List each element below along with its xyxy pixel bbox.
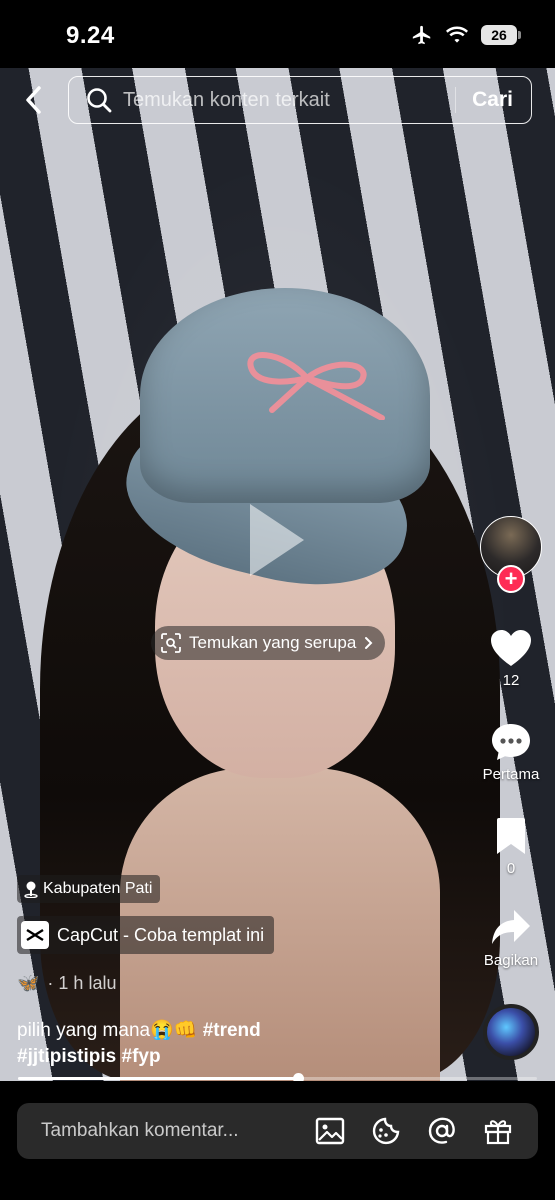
comment-label: Pertama (482, 766, 540, 783)
mention-icon[interactable] (426, 1115, 458, 1147)
search-button[interactable]: Cari (456, 88, 531, 112)
plus-icon: + (504, 566, 518, 591)
share-label: Bagikan (483, 952, 539, 969)
scan-icon (161, 633, 181, 653)
comment-button[interactable]: Pertama (471, 722, 551, 783)
video-progress-bar[interactable] (18, 1073, 537, 1084)
wifi-icon (446, 26, 468, 43)
like-button[interactable]: 12 (471, 628, 551, 689)
airplane-icon (412, 25, 431, 45)
battery-level: 26 (491, 27, 507, 43)
capcut-logo-icon (21, 921, 49, 949)
location-pin-icon (24, 881, 38, 898)
search-icon (85, 86, 113, 114)
status-time: 9.24 (66, 22, 115, 49)
cap-bow-decoration (247, 352, 385, 420)
save-count: 0 (506, 860, 516, 877)
post-meta: 🦋 · 1 h lalu (17, 973, 116, 994)
comment-input[interactable]: Tambahkan komentar... (41, 1120, 314, 1142)
butterfly-emoji: 🦋 (17, 973, 40, 993)
video-progress-fill (18, 1077, 299, 1080)
play-icon[interactable] (246, 500, 308, 580)
search-input[interactable]: Temukan konten terkait (123, 89, 455, 112)
find-similar-label: Temukan yang serupa (189, 633, 357, 652)
comment-input-box[interactable]: Tambahkan komentar... (17, 1103, 538, 1159)
capcut-template-link[interactable]: CapCut - Coba templat ini (17, 916, 275, 954)
post-time: · 1 h lalu (47, 973, 117, 993)
image-icon[interactable] (314, 1115, 346, 1147)
heart-icon (491, 630, 531, 666)
find-similar-button[interactable]: Temukan yang serupa (151, 626, 386, 660)
chevron-right-icon (365, 637, 373, 649)
back-chevron-icon (26, 86, 41, 114)
like-count: 12 (502, 672, 520, 689)
hashtag[interactable]: #fyp (122, 1046, 161, 1067)
save-button[interactable]: 0 (471, 816, 551, 877)
post-caption[interactable]: pilih yang mana😭👊 #trend #jjtipistipis #… (17, 1018, 457, 1070)
search-bar[interactable]: Temukan konten terkait Cari (68, 76, 532, 124)
caption-text: pilih yang mana😭👊 (17, 1020, 203, 1041)
bottom-bar: Tambahkan komentar... (0, 1081, 555, 1200)
top-bar: Temukan konten terkait Cari (0, 74, 555, 126)
hashtag[interactable]: #jjtipistipis (17, 1046, 116, 1067)
share-button[interactable]: Bagikan (471, 908, 551, 969)
bookmark-icon (497, 818, 525, 854)
battery-icon: 26 (481, 25, 521, 45)
location-tag[interactable]: Kabupaten Pati (17, 875, 161, 903)
sticker-icon[interactable] (370, 1115, 402, 1147)
capcut-label: CapCut - Coba templat ini (57, 924, 265, 945)
share-arrow-icon (492, 910, 530, 944)
hashtag[interactable]: #trend (203, 1020, 261, 1041)
music-disc[interactable] (483, 1004, 539, 1060)
back-button[interactable] (18, 82, 48, 118)
status-icons: 26 (411, 24, 521, 46)
follow-button[interactable]: + (497, 565, 525, 593)
status-bar: 9.24 26 (0, 0, 555, 68)
location-label: Kabupaten Pati (43, 880, 153, 897)
comment-bubble-icon (492, 724, 530, 760)
gift-icon[interactable] (482, 1115, 514, 1147)
